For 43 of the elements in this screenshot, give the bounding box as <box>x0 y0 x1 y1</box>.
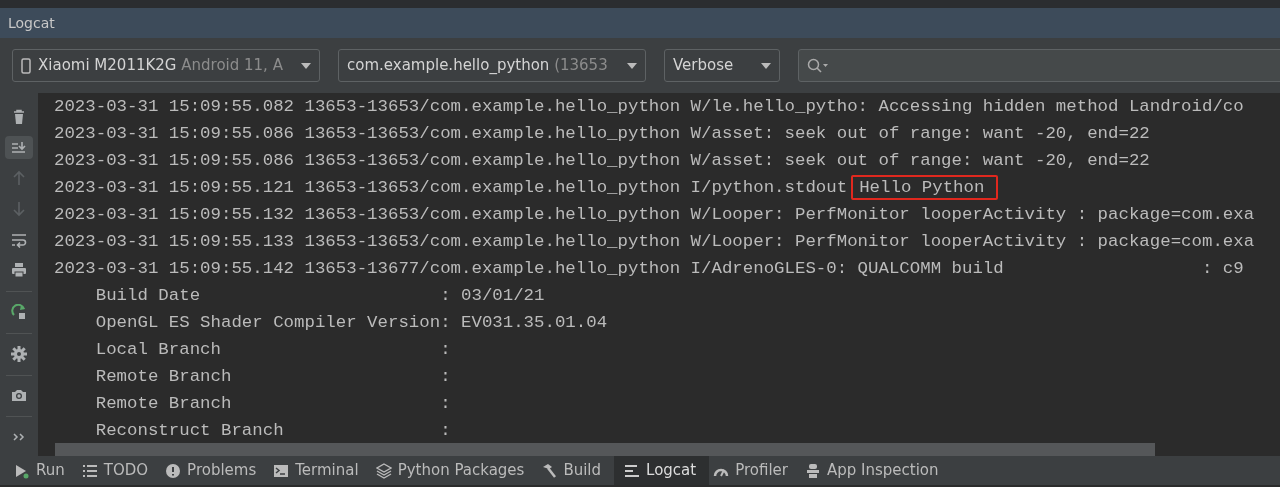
tool-window-tab[interactable]: Logcat <box>614 456 710 485</box>
log-line: Build Date : 03/01/21 <box>94 285 546 307</box>
log-line: 2023-03-31 15:09:55.142 13653-13677/com.example.hello_python I/AdrenoGLES-0: QUALCOMM build : c9 <box>54 258 1245 280</box>
tool-window-tab[interactable]: Python Packages <box>371 456 538 485</box>
highlighted-message: Hello Python <box>851 175 999 200</box>
log-line: Remote Branch : <box>94 393 452 415</box>
log-line: 2023-03-31 15:09:55.086 13653-13653/com.example.hello_python W/asset: seek out of range: want -20, end=22 <box>54 150 1151 172</box>
caret-icon <box>627 62 637 69</box>
warning-icon <box>165 462 182 479</box>
search-field[interactable] <box>798 49 1280 82</box>
log-line: OpenGL ES Shader Compiler Version: EV031.35.01.04 <box>94 312 609 334</box>
log-line: Local Branch : <box>94 339 452 361</box>
tool-window-tab[interactable]: Problems <box>161 456 270 485</box>
log-line: 2023-03-31 15:09:55.133 13653-13653/com.example.hello_python W/Looper: PerfMonitor looperActivity : package=com.exa <box>54 231 1256 253</box>
hammer-icon <box>541 462 558 479</box>
inspector-icon <box>805 462 821 479</box>
phone-icon <box>21 57 31 74</box>
caret-icon <box>301 62 311 69</box>
list-icon <box>81 462 98 479</box>
tool-window-tab[interactable]: Run <box>10 456 78 485</box>
logcat-icon <box>624 462 641 479</box>
device-dropdown[interactable]: Xiaomi M2011K2G Android 11, A <box>12 49 320 82</box>
horizontal-scrollbar[interactable] <box>55 443 1155 456</box>
terminal-icon <box>273 462 290 479</box>
log-line: Reconstruct Branch : <box>94 420 452 442</box>
tool-window-tab[interactable]: App Inspection <box>801 456 952 485</box>
scroll-to-end-icon[interactable] <box>5 135 33 160</box>
search-icon <box>807 57 829 74</box>
tool-window-tab[interactable]: TODO <box>77 456 162 485</box>
log-line: 2023-03-31 15:09:55.132 13653-13653/com.example.hello_python W/Looper: PerfMonitor looperActivity : package=com.exa <box>54 204 1256 226</box>
log-line: 2023-03-31 15:09:55.082 13653-13653/com.example.hello_python W/le.hello_pytho: Accessing hidden method Landroid/co <box>54 96 1245 118</box>
tool-window-tab[interactable]: Build <box>537 456 615 485</box>
process-dropdown[interactable]: com.example.hello_python (13653 <box>338 49 646 82</box>
layers-icon <box>375 462 392 479</box>
panel-title: Logcat <box>8 13 55 33</box>
log-level-dropdown[interactable]: Verbose <box>664 49 780 82</box>
tool-window-tab[interactable]: Terminal <box>269 456 372 485</box>
tool-window-tab[interactable]: Profiler <box>709 456 801 485</box>
log-line: 2023-03-31 15:09:55.086 13653-13653/com.example.hello_python W/asset: seek out of range: want -20, end=22 <box>54 123 1151 145</box>
log-line: 2023-03-31 15:09:55.121 13653-13653/com.example.hello_python I/python.stdout <box>54 177 848 199</box>
log-line: Remote Branch : <box>94 366 452 388</box>
caret-icon <box>761 62 771 69</box>
run-icon <box>14 462 30 479</box>
